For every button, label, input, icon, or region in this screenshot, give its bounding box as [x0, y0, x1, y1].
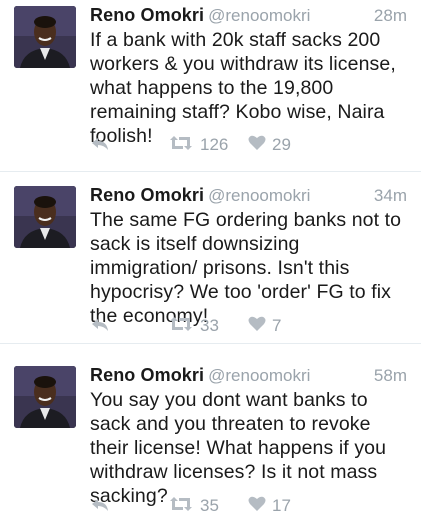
author-name[interactable]: Reno Omokri [90, 185, 204, 205]
tweet-actions: 33 7 [90, 314, 407, 338]
author-name[interactable]: Reno Omokri [90, 5, 204, 25]
reply-icon[interactable] [90, 497, 110, 513]
tweet-text: If a bank with 20k staff sacks 200 worke… [90, 29, 396, 147]
author-name[interactable]: Reno Omokri [90, 365, 204, 385]
like-button[interactable]: 17 [248, 496, 291, 517]
retweet-icon [168, 135, 194, 156]
tweet-header: Reno Omokri @renoomokri 34m [90, 185, 407, 209]
heart-icon [248, 135, 266, 156]
retweet-count: 35 [200, 496, 219, 515]
heart-icon [248, 496, 266, 517]
tweet-header: Reno Omokri @renoomokri 58m [90, 365, 407, 389]
reply-icon[interactable] [90, 136, 110, 152]
author-handle[interactable]: @renoomokri [208, 186, 310, 205]
like-count: 17 [272, 496, 291, 515]
retweet-icon [168, 316, 194, 337]
tweet-text: You say you dont want banks to sack and … [90, 389, 387, 507]
like-count: 7 [272, 316, 282, 335]
retweet-icon [168, 496, 194, 517]
timestamp[interactable]: 34m [374, 186, 407, 206]
retweet-button[interactable]: 35 [168, 496, 219, 517]
like-button[interactable]: 7 [248, 316, 282, 337]
retweet-button[interactable]: 33 [168, 316, 219, 337]
avatar[interactable] [14, 186, 76, 248]
tweet-actions: 35 17 [90, 494, 407, 518]
tweet[interactable]: Reno Omokri @renoomokri 34m The same FG o… [0, 172, 421, 344]
tweet-header: Reno Omokri @renoomokri 28m [90, 5, 407, 29]
retweet-count: 33 [200, 316, 219, 335]
author-handle[interactable]: @renoomokri [208, 6, 310, 25]
avatar[interactable] [14, 366, 76, 428]
heart-icon [248, 316, 266, 337]
like-button[interactable]: 29 [248, 135, 291, 156]
tweet-actions: 126 29 [90, 133, 407, 157]
timestamp[interactable]: 28m [374, 6, 407, 26]
retweet-button[interactable]: 126 [168, 135, 229, 156]
tweet-text: The same FG ordering banks not to sack i… [90, 209, 402, 327]
tweet[interactable]: Reno Omokri @renoomokri 28m If a bank wit… [0, 0, 421, 172]
retweet-count: 126 [200, 135, 229, 154]
avatar[interactable] [14, 6, 76, 68]
reply-icon[interactable] [90, 317, 110, 333]
timestamp[interactable]: 58m [374, 366, 407, 386]
author-handle[interactable]: @renoomokri [208, 366, 310, 385]
tweet[interactable]: Reno Omokri @renoomokri 58m You say you d… [0, 344, 421, 516]
like-count: 29 [272, 135, 291, 154]
